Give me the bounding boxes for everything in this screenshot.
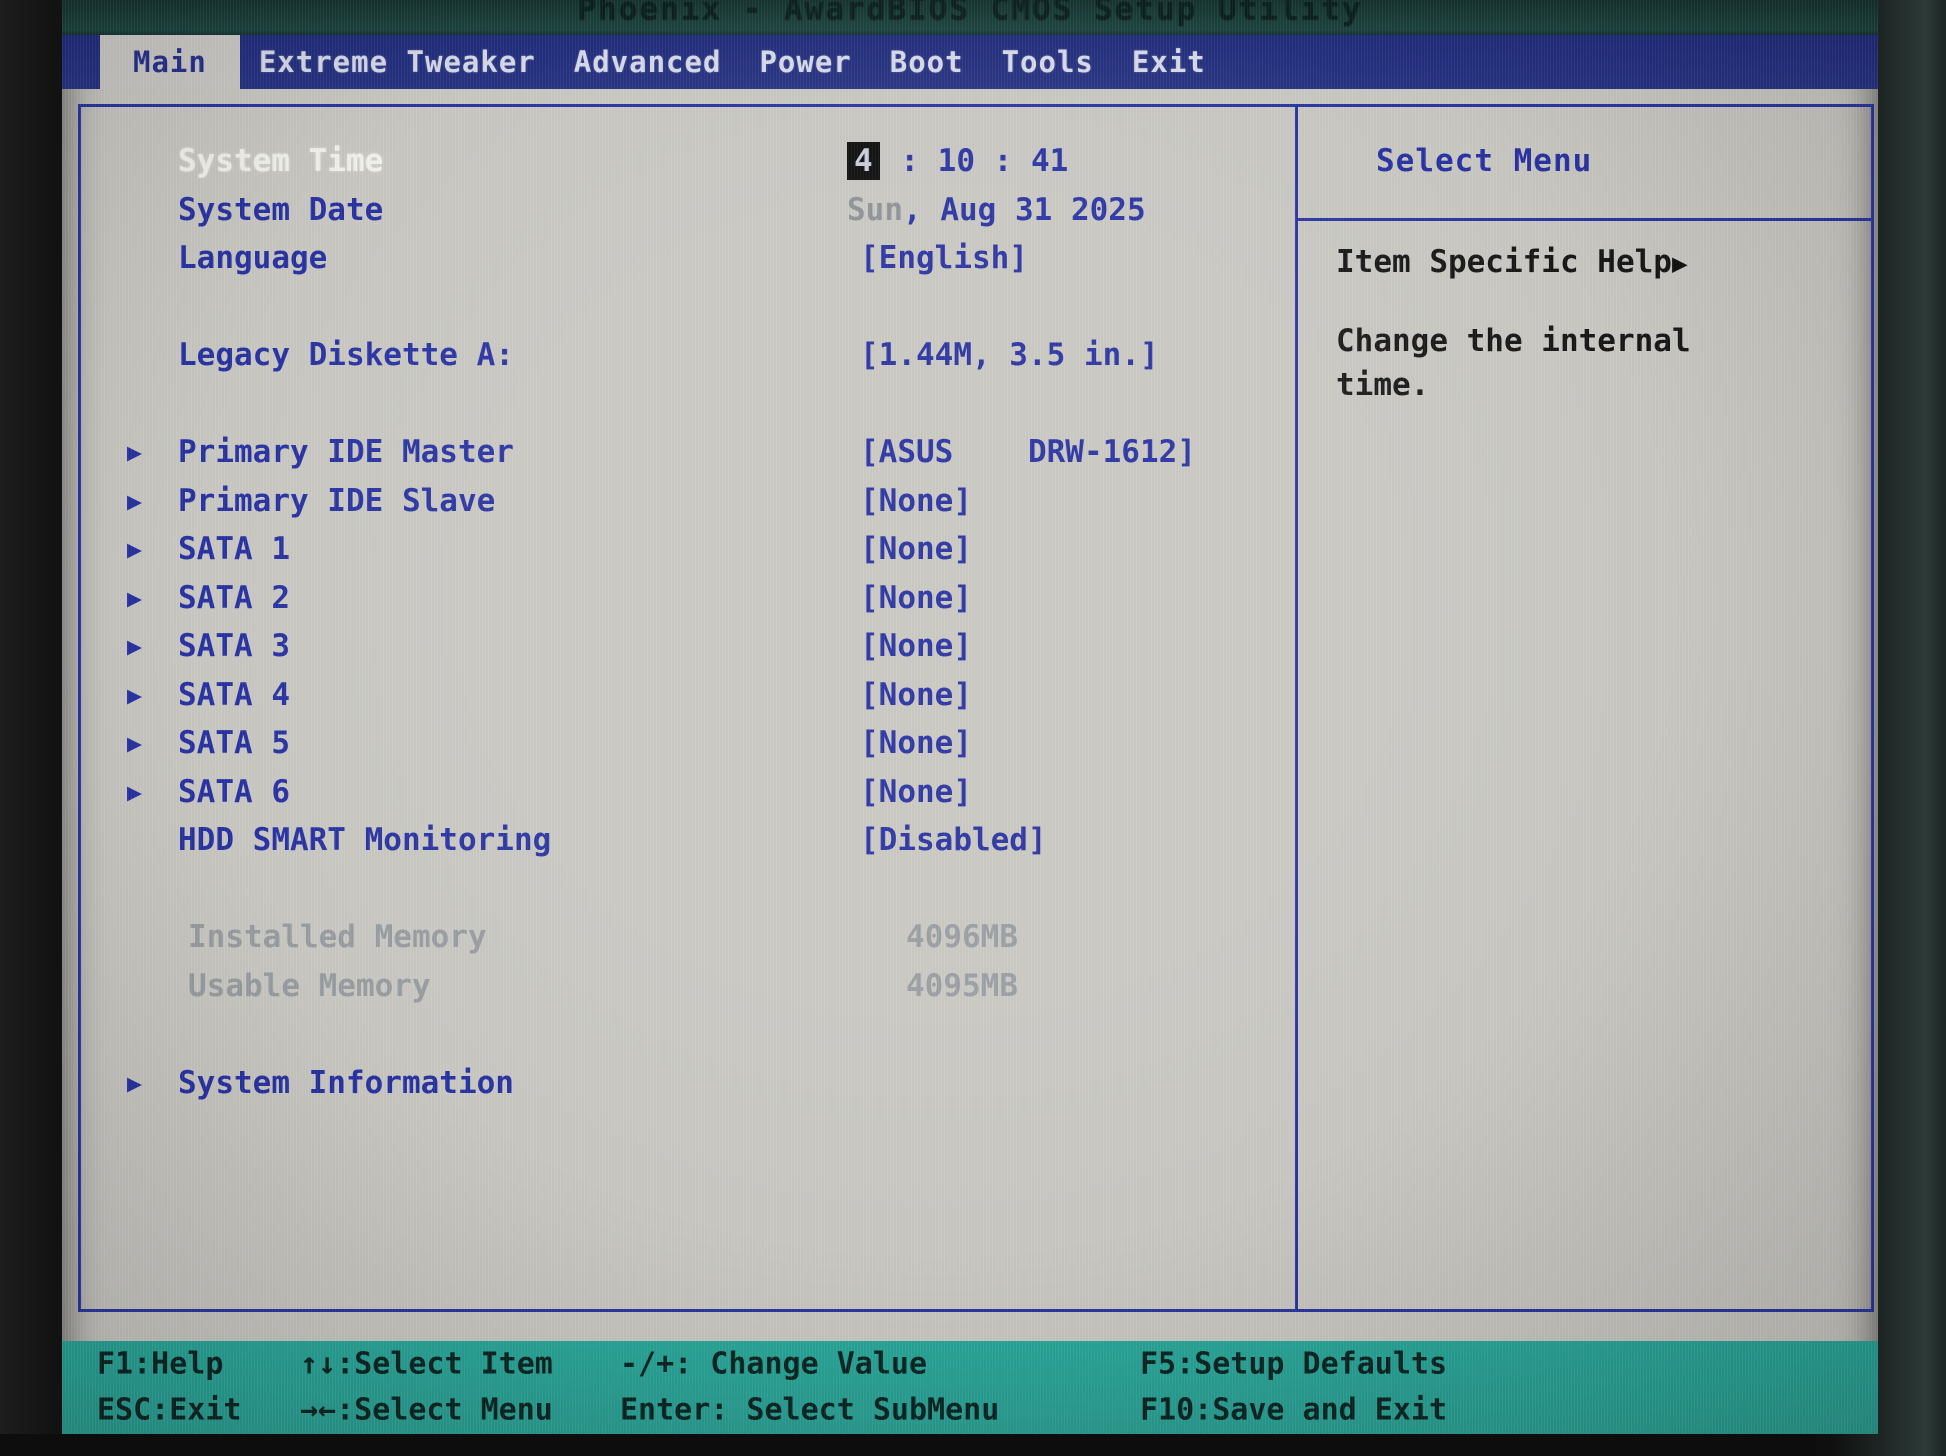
row-sata-3[interactable]: ▶ SATA 3 [None] bbox=[81, 622, 1295, 671]
row-primary-ide-master[interactable]: ▶ Primary IDE Master [ASUS DRW-1612] bbox=[81, 428, 1295, 477]
submenu-arrow-icon: ▶ bbox=[127, 1068, 142, 1097]
primary-ide-slave-label: Primary IDE Slave bbox=[178, 483, 495, 519]
row-system-information[interactable]: ▶ System Information bbox=[81, 1059, 1295, 1108]
bios-screen: Phoenix - AwardBIOS CMOS Setup Utility M… bbox=[62, 0, 1878, 1434]
system-date-value[interactable]: Sun, Aug 31 2025 bbox=[847, 192, 1146, 228]
spacer-row bbox=[81, 1010, 1295, 1059]
sata-4-value: [None] bbox=[860, 677, 972, 713]
row-language[interactable]: Language [English] bbox=[81, 234, 1295, 283]
submenu-arrow-icon: ▶ bbox=[127, 583, 142, 612]
time-rest: : 10 : 41 bbox=[882, 143, 1069, 179]
submenu-arrow-icon: ▶ bbox=[127, 438, 142, 467]
installed-memory-label: Installed Memory bbox=[188, 919, 487, 955]
date-weekday: Sun bbox=[847, 192, 903, 228]
submenu-arrow-icon: ▶ bbox=[127, 729, 142, 758]
content-frame: System Time 4 : 10 : 41 System Date Sun,… bbox=[78, 104, 1874, 1312]
bezel-bottom bbox=[0, 1434, 1816, 1456]
submenu-arrow-icon: ▶ bbox=[127, 680, 142, 709]
row-sata-2[interactable]: ▶ SATA 2 [None] bbox=[81, 574, 1295, 623]
tab-main[interactable]: Main bbox=[100, 35, 240, 89]
submenu-arrow-icon: ▶ bbox=[127, 535, 142, 564]
spacer-row bbox=[81, 380, 1295, 429]
help-header: Select Menu bbox=[1298, 107, 1871, 221]
sata-1-value: [None] bbox=[860, 531, 972, 567]
primary-ide-slave-value: [None] bbox=[860, 483, 972, 519]
help-arrow-icon: ▶ bbox=[1672, 249, 1688, 279]
usable-memory-label: Usable Memory bbox=[188, 968, 431, 1004]
sata-3-value: [None] bbox=[860, 628, 972, 664]
hint-f10-save-exit: F10:Save and Exit bbox=[1140, 1393, 1447, 1428]
sata-5-label: SATA 5 bbox=[178, 725, 290, 761]
hint-enter-submenu: Enter: Select SubMenu bbox=[620, 1393, 999, 1428]
content-area: System Time 4 : 10 : 41 System Date Sun,… bbox=[62, 89, 1878, 1341]
system-time-label: System Time bbox=[178, 143, 383, 179]
submenu-arrow-icon: ▶ bbox=[127, 632, 142, 661]
row-usable-memory: Usable Memory 4095MB bbox=[81, 962, 1295, 1011]
hdd-smart-label: HDD SMART Monitoring bbox=[178, 822, 551, 858]
tab-extreme-tweaker[interactable]: Extreme Tweaker bbox=[240, 35, 555, 89]
row-sata-4[interactable]: ▶ SATA 4 [None] bbox=[81, 671, 1295, 720]
language-label: Language bbox=[178, 240, 327, 276]
installed-memory-value: 4096MB bbox=[906, 919, 1018, 955]
sata-2-value: [None] bbox=[860, 580, 972, 616]
tab-tools[interactable]: Tools bbox=[983, 35, 1113, 89]
sata-4-label: SATA 4 bbox=[178, 677, 290, 713]
tab-boot[interactable]: Boot bbox=[871, 35, 983, 89]
row-primary-ide-slave[interactable]: ▶ Primary IDE Slave [None] bbox=[81, 477, 1295, 526]
tab-power[interactable]: Power bbox=[740, 35, 870, 89]
sata-3-label: SATA 3 bbox=[178, 628, 290, 664]
time-hour-field[interactable]: 4 bbox=[847, 142, 880, 180]
row-sata-6[interactable]: ▶ SATA 6 [None] bbox=[81, 768, 1295, 817]
hint-f1-help: F1:Help bbox=[97, 1347, 223, 1382]
row-sata-1[interactable]: ▶ SATA 1 [None] bbox=[81, 525, 1295, 574]
primary-ide-master-value: [ASUS DRW-1612] bbox=[860, 434, 1196, 470]
row-legacy-diskette[interactable]: Legacy Diskette A: [1.44M, 3.5 in.] bbox=[81, 331, 1295, 380]
spacer-row bbox=[81, 283, 1295, 332]
sata-6-label: SATA 6 bbox=[178, 774, 290, 810]
usable-memory-value: 4095MB bbox=[906, 968, 1018, 1004]
key-hint-row: ESC:Exit →←:Select Menu Enter: Select Su… bbox=[62, 1387, 1878, 1433]
hint-select-item: ↑↓:Select Item bbox=[300, 1347, 553, 1382]
submenu-arrow-icon: ▶ bbox=[127, 777, 142, 806]
legacy-diskette-label: Legacy Diskette A: bbox=[178, 337, 514, 373]
hint-change-value: -/+: Change Value bbox=[620, 1347, 927, 1382]
row-installed-memory: Installed Memory 4096MB bbox=[81, 913, 1295, 962]
help-text: Change the internal time. bbox=[1336, 319, 1766, 407]
help-panel: Select Menu Item Specific Help▶ Change t… bbox=[1298, 107, 1871, 1309]
legacy-diskette-value[interactable]: [1.44M, 3.5 in.] bbox=[860, 337, 1159, 373]
tab-exit[interactable]: Exit bbox=[1113, 35, 1225, 89]
row-system-time[interactable]: System Time 4 : 10 : 41 bbox=[81, 137, 1295, 186]
system-information-label: System Information bbox=[178, 1065, 514, 1101]
submenu-arrow-icon: ▶ bbox=[127, 486, 142, 515]
tab-advanced[interactable]: Advanced bbox=[555, 35, 741, 89]
date-rest: , Aug 31 2025 bbox=[903, 192, 1146, 228]
settings-list: System Time 4 : 10 : 41 System Date Sun,… bbox=[81, 137, 1295, 1107]
sata-5-value: [None] bbox=[860, 725, 972, 761]
hint-f5-setup-defaults: F5:Setup Defaults bbox=[1140, 1347, 1447, 1382]
sata-1-label: SATA 1 bbox=[178, 531, 290, 567]
key-hint-bar: F1:Help ↑↓:Select Item -/+: Change Value… bbox=[62, 1341, 1878, 1434]
primary-ide-master-label: Primary IDE Master bbox=[178, 434, 514, 470]
hint-select-menu: →←:Select Menu bbox=[300, 1393, 553, 1428]
hdd-smart-value[interactable]: [Disabled] bbox=[860, 822, 1047, 858]
select-menu-label: Select Menu bbox=[1376, 143, 1592, 179]
system-time-value[interactable]: 4 : 10 : 41 bbox=[847, 142, 1068, 180]
key-hint-row: F1:Help ↑↓:Select Item -/+: Change Value… bbox=[62, 1341, 1878, 1387]
hint-esc-exit: ESC:Exit bbox=[97, 1393, 242, 1428]
system-date-label: System Date bbox=[178, 192, 383, 228]
item-specific-help-label: Item Specific Help▶ bbox=[1336, 244, 1688, 280]
spacer-row bbox=[81, 865, 1295, 914]
help-subheader-text: Item Specific Help bbox=[1336, 244, 1672, 280]
language-value[interactable]: [English] bbox=[860, 240, 1028, 276]
titlebar: Phoenix - AwardBIOS CMOS Setup Utility bbox=[62, 0, 1878, 35]
row-sata-5[interactable]: ▶ SATA 5 [None] bbox=[81, 719, 1295, 768]
menu-bar: Main Extreme Tweaker Advanced Power Boot… bbox=[62, 35, 1878, 89]
row-hdd-smart[interactable]: HDD SMART Monitoring [Disabled] bbox=[81, 816, 1295, 865]
page-title: Phoenix - AwardBIOS CMOS Setup Utility bbox=[62, 0, 1878, 27]
sata-6-value: [None] bbox=[860, 774, 972, 810]
sata-2-label: SATA 2 bbox=[178, 580, 290, 616]
row-system-date[interactable]: System Date Sun, Aug 31 2025 bbox=[81, 186, 1295, 235]
